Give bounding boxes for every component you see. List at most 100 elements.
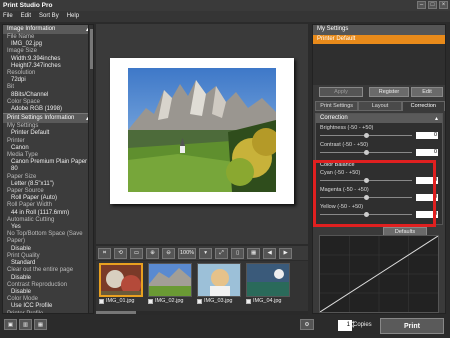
close-icon[interactable]: × xyxy=(439,1,448,9)
info-row: Paper Size Letter (8.5"x11") xyxy=(3,174,93,188)
register-button[interactable]: Register xyxy=(369,87,409,97)
thumbnail-checkbox[interactable] xyxy=(99,298,104,304)
info-key: File Name xyxy=(7,34,35,40)
page-icon[interactable]: ▯ xyxy=(231,247,245,259)
thumbnail-item[interactable]: IMG_03.jpg xyxy=(197,263,241,309)
brightness-value[interactable]: 0 xyxy=(416,132,438,139)
info-value: 8Bits/Channel xyxy=(11,91,49,98)
thumbnail-checkbox[interactable] xyxy=(197,298,202,304)
zoom-dropdown-icon[interactable]: ▾ xyxy=(199,247,213,259)
maximize-icon[interactable]: □ xyxy=(428,1,437,9)
info-panel: Image Information▴ File NameIMG_02.jpgIm… xyxy=(2,24,94,314)
edit-button[interactable]: Edit xyxy=(411,87,443,97)
menu-file[interactable]: File xyxy=(3,13,13,20)
previous-icon[interactable]: ◀ xyxy=(263,247,277,259)
brightness-slider[interactable] xyxy=(320,133,412,138)
thumbnail-checkbox[interactable] xyxy=(246,298,251,304)
info-row: My Settings Printer Default xyxy=(3,123,93,137)
preview-toolbar: ⌗ ⟲ ▭ ⊕ ⊖ 100% ▾ ⤢ ▯ ▦ ◀ ▶ xyxy=(96,246,308,260)
settings-gear-icon[interactable]: ⚙ xyxy=(300,319,314,330)
preview-image[interactable] xyxy=(128,68,276,192)
copies-input[interactable]: 1 xyxy=(338,320,352,331)
info-key: Media Type xyxy=(7,152,38,159)
window-controls: – □ × xyxy=(417,1,448,9)
list-item[interactable]: Printer Default xyxy=(313,35,445,44)
info-row: Contrast Reproduction Disable xyxy=(3,282,93,296)
info-row: Printer Canon xyxy=(3,138,93,152)
info-row: Printer ProfileAuto (Canon) Color Printe… xyxy=(3,311,93,313)
tab-layout[interactable]: Layout xyxy=(358,101,402,111)
info-value: Use ICC Profile xyxy=(11,303,53,310)
info-key: Clear out the entire page xyxy=(7,267,74,274)
next-icon[interactable]: ▶ xyxy=(279,247,293,259)
apply-button[interactable]: Apply xyxy=(319,87,363,97)
zoom-in-icon[interactable]: ⊕ xyxy=(146,247,159,259)
info-key: Bit xyxy=(7,84,15,91)
info-key: Paper Size xyxy=(7,173,37,180)
minimize-icon[interactable]: – xyxy=(417,1,426,9)
info-key: Color Mode xyxy=(7,296,39,303)
zoom-out-icon[interactable]: ⊖ xyxy=(162,247,175,259)
my-settings-header: My Settings xyxy=(313,25,445,35)
zoom-level[interactable]: 100% xyxy=(178,247,197,259)
correction-header[interactable]: Correction ▴ xyxy=(316,114,442,123)
info-key: No Top/Bottom Space (Save Paper) xyxy=(7,231,83,245)
filmstrip-view-icon[interactable]: ▥ xyxy=(19,319,32,330)
info-value: Disable xyxy=(11,274,32,281)
info-value: Height7.347inches xyxy=(11,62,61,69)
info-value: Canon xyxy=(11,144,29,151)
fullscreen-icon[interactable]: ⤢ xyxy=(215,247,229,259)
info-row: Roll Paper Width 44 in Roll (1117.6mm) xyxy=(3,202,93,216)
title-bar: Print Studio Pro xyxy=(0,0,450,11)
info-row: Image Size Width:9.394inches xyxy=(3,48,93,62)
slider-knob[interactable] xyxy=(363,133,369,138)
rotate-icon[interactable]: ⟲ xyxy=(114,247,127,259)
info-value: Roll Paper (Auto) xyxy=(11,195,58,202)
info-value: Letter (8.5"x11") xyxy=(11,180,54,187)
thumbnail-item[interactable]: IMG_02.jpg xyxy=(148,263,192,309)
info-key: Roll Paper Width xyxy=(7,202,53,209)
left-panel-scrollbar[interactable] xyxy=(88,25,93,313)
menu-sort-by[interactable]: Sort By xyxy=(39,13,59,20)
single-view-icon[interactable]: ▣ xyxy=(4,319,17,330)
copies-label: Copies xyxy=(353,322,372,328)
contrast-value[interactable]: 0 xyxy=(416,149,438,156)
info-value: Adobe RGB (1998) xyxy=(11,106,63,113)
tone-curve[interactable] xyxy=(319,235,439,313)
print-settings-info-list: My Settings Printer Default Printer Canon Me… xyxy=(3,123,93,313)
info-value: IMG_02.jpg xyxy=(11,41,43,48)
info-value: Yes xyxy=(11,224,21,231)
menu-help[interactable]: Help xyxy=(67,13,79,20)
image-info-header[interactable]: Image Information▴ xyxy=(3,25,93,34)
thumbnail-checkbox[interactable] xyxy=(148,298,153,304)
crop-icon[interactable]: ⌗ xyxy=(98,247,111,259)
print-settings-info-header[interactable]: Print Settings Information▴ xyxy=(3,113,93,124)
print-preview-area xyxy=(96,24,308,244)
info-key: Print Quality xyxy=(7,252,40,259)
info-key: Paper Source xyxy=(7,188,44,195)
info-value: Disable xyxy=(11,245,32,252)
thumbnail-scrollbar[interactable] xyxy=(96,311,308,315)
thumbnail-view-icon[interactable]: ▦ xyxy=(34,319,47,330)
menu-edit[interactable]: Edit xyxy=(21,13,31,20)
print-button[interactable]: Print xyxy=(380,318,444,334)
info-value: Canon Premium Plain Paper 80 xyxy=(11,159,88,173)
tab-correction[interactable]: Correction xyxy=(401,101,445,111)
slider-knob[interactable] xyxy=(363,150,369,155)
chevron-up-icon: ▴ xyxy=(434,116,438,122)
info-row: Paper Source Roll Paper (Auto) xyxy=(3,188,93,202)
image-icon[interactable]: ▦ xyxy=(247,247,261,259)
contrast-slider[interactable] xyxy=(320,150,412,155)
info-row: Color Mode Use ICC Profile xyxy=(3,296,93,310)
my-settings-list[interactable]: Printer Default xyxy=(313,35,445,85)
info-value: 44 in Roll (1117.6mm) xyxy=(11,209,70,216)
menu-bar: File Edit Sort By Help xyxy=(0,11,450,22)
thumbnail-item[interactable]: IMG_04.jpg xyxy=(246,263,290,309)
fit-page-icon[interactable]: ▭ xyxy=(130,247,143,259)
info-value: Printer Default xyxy=(11,130,50,137)
thumbnail-item[interactable]: IMG_01.jpg xyxy=(99,263,143,309)
info-row: Automatic Cutting Yes xyxy=(3,217,93,231)
info-key: Color Space xyxy=(7,98,41,105)
tab-print-settings[interactable]: Print Settings xyxy=(315,101,359,111)
info-value: Disable xyxy=(11,288,32,295)
